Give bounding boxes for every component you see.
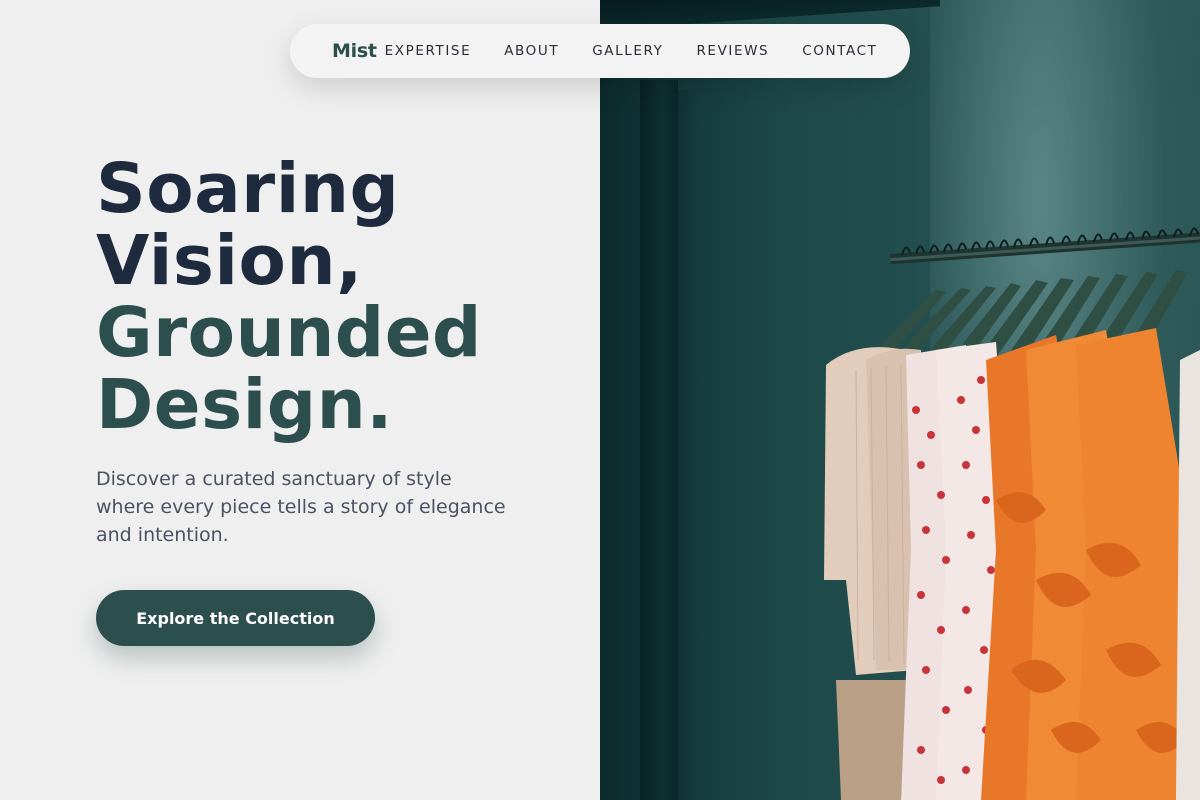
- nav-link-gallery[interactable]: GALLERY: [592, 43, 663, 59]
- headline-line-1: Soaring: [96, 149, 400, 229]
- headline-line-2: Vision,: [96, 221, 363, 301]
- nav-link-expertise[interactable]: EXPERTISE: [385, 43, 472, 59]
- hero-image: tokyo: [600, 0, 1200, 800]
- nav-link-contact[interactable]: CONTACT: [802, 43, 877, 59]
- door-frame: [640, 80, 678, 800]
- hero-headline: Soaring Vision, Grounded Design.: [96, 153, 482, 441]
- logo[interactable]: Mist: [332, 40, 377, 62]
- top-nav: Mist EXPERTISE ABOUT GALLERY REVIEWS CON…: [290, 24, 910, 78]
- door-edge: [678, 90, 704, 800]
- hero-subtext: Discover a curated sanctuary of style wh…: [96, 468, 506, 546]
- explore-collection-button[interactable]: Explore the Collection: [96, 590, 375, 646]
- headline-line-4: Design.: [96, 365, 394, 445]
- nav-link-reviews[interactable]: REVIEWS: [696, 43, 769, 59]
- nav-link-about[interactable]: ABOUT: [504, 43, 559, 59]
- garments: [796, 250, 1200, 800]
- headline-line-3: Grounded: [96, 293, 482, 373]
